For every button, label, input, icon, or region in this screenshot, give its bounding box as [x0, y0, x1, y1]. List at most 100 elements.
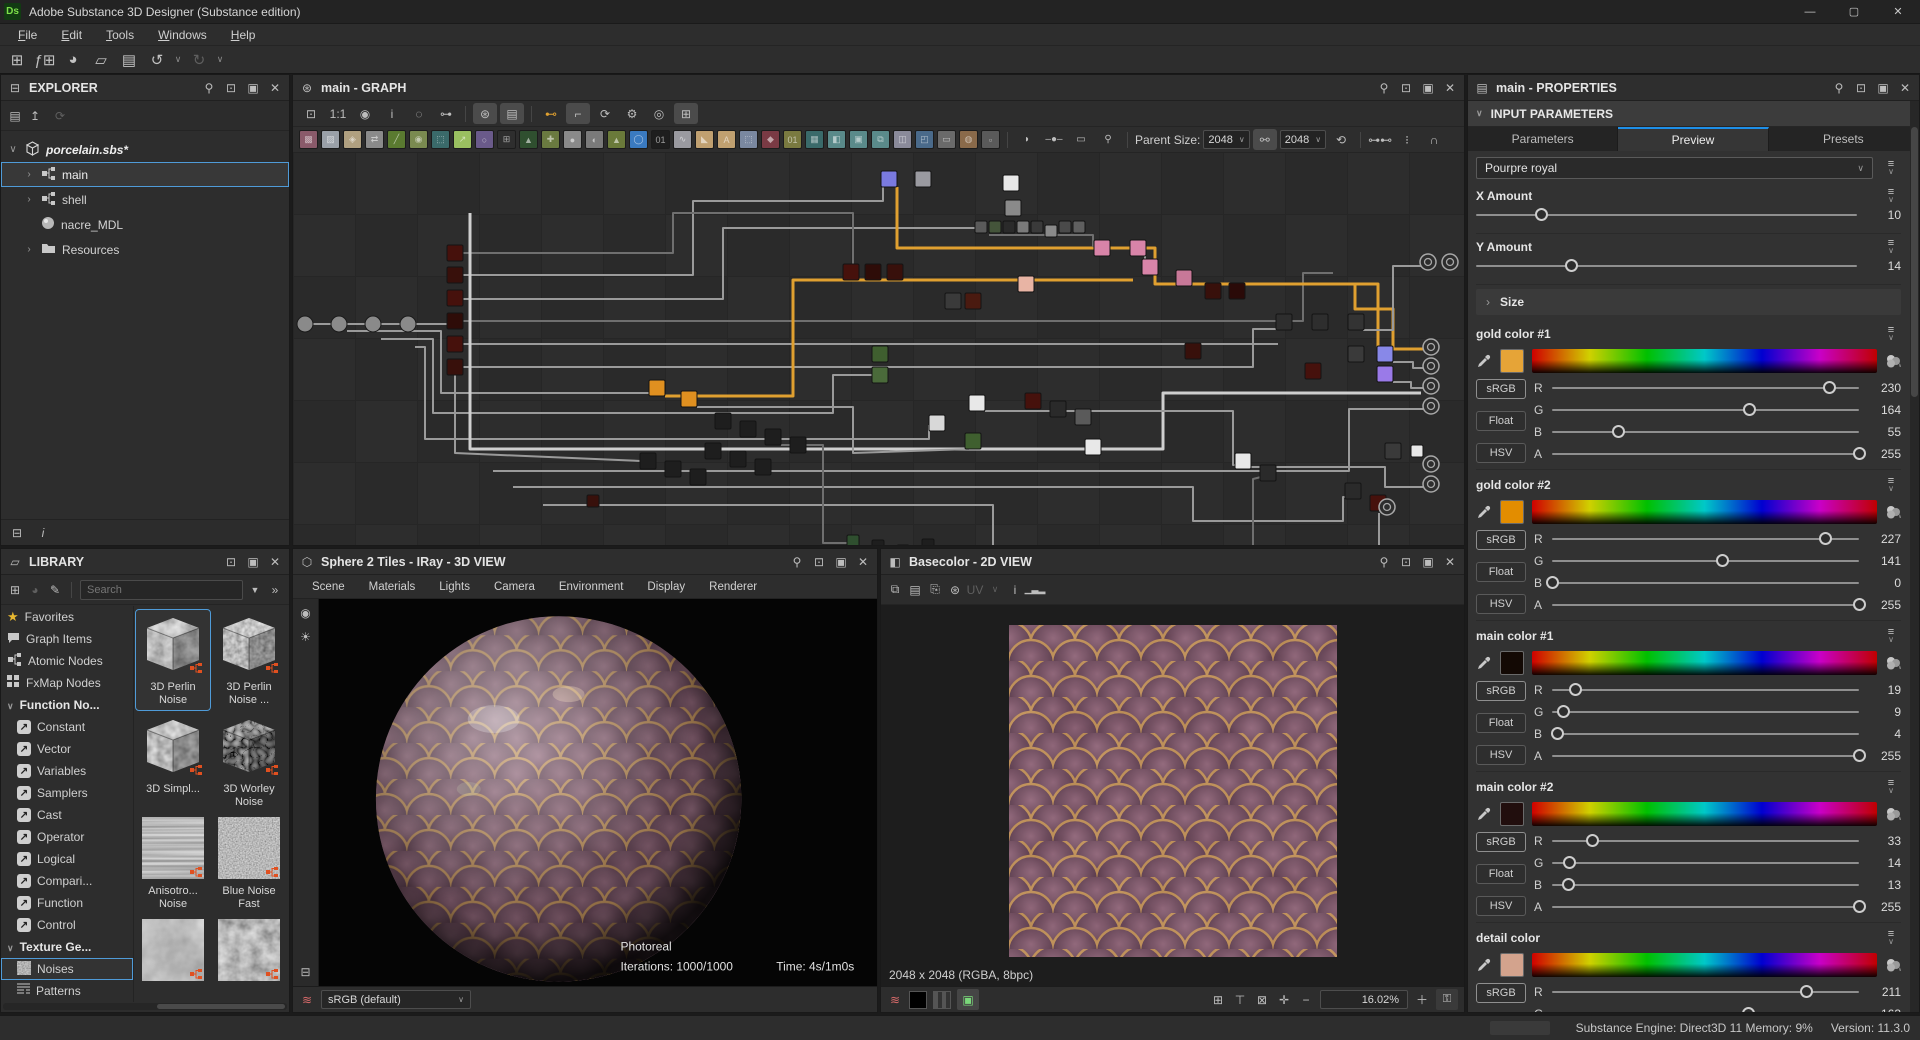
pin-icon[interactable]: ⚲ [789, 554, 805, 570]
node-type-icon-5[interactable]: ◉ [409, 130, 428, 149]
edit-icon[interactable]: ✎ [47, 582, 63, 598]
export-image-icon[interactable]: ⧉ [887, 582, 903, 598]
graph-node[interactable] [1305, 363, 1321, 379]
float-icon[interactable]: ⊡ [811, 554, 827, 570]
float-icon[interactable]: ⊡ [223, 554, 239, 570]
node-type-icon-2[interactable]: ◈ [343, 130, 362, 149]
graph-node[interactable] [1205, 283, 1221, 299]
graph-node[interactable] [1377, 346, 1393, 362]
channel-track[interactable] [1552, 560, 1859, 562]
tab-preview[interactable]: Preview [1618, 127, 1768, 151]
node-type-icon-9[interactable]: ⊞ [497, 130, 516, 149]
view3d-menu-camera[interactable]: Camera [483, 581, 546, 593]
export-icon[interactable]: ↥ [27, 108, 43, 124]
tree-chevron-icon[interactable]: ∨ [7, 144, 19, 155]
grid-snap-icon[interactable]: ⊞ [674, 103, 698, 124]
library-category-logical[interactable]: ↗Logical [1, 848, 133, 870]
graph-node[interactable] [1005, 200, 1021, 216]
info-icon[interactable]: i [1007, 582, 1023, 598]
mode-button-srgb[interactable]: sRGB [1476, 832, 1526, 852]
actual-size-icon[interactable]: 1:1 [326, 103, 350, 124]
channel-track[interactable] [1552, 538, 1859, 540]
eyedropper-icon[interactable] [1476, 957, 1492, 973]
new-function-graph-icon[interactable]: ƒ⊞ [32, 48, 58, 72]
library-item-anisotro----noise[interactable]: Anisotro... Noise [136, 814, 210, 914]
maximize-icon[interactable]: ▣ [1875, 80, 1891, 96]
zoom-input[interactable]: 16.02% [1320, 990, 1408, 1009]
explorer-item-nacre-mdl[interactable]: nacre_MDL [1, 212, 289, 237]
mode-button-srgb[interactable]: sRGB [1476, 379, 1526, 399]
pin-icon[interactable]: ⚲ [1831, 80, 1847, 96]
library-item-3d-perlin-noise[interactable]: 3D Perlin Noise [136, 610, 210, 710]
color-menu-icon[interactable]: ≡∨ [1881, 478, 1901, 492]
channel-track[interactable] [1552, 409, 1859, 411]
mode-button-float[interactable]: Float [1476, 864, 1526, 884]
node-type-icon-17[interactable]: ∿ [673, 130, 692, 149]
node-type-icon-28[interactable]: ◰ [915, 130, 934, 149]
graph-node[interactable] [1348, 314, 1364, 330]
library-category-constant[interactable]: ↗Constant [1, 716, 133, 738]
graph-node[interactable] [965, 433, 981, 449]
slider-handle[interactable] [1535, 208, 1548, 221]
library-category-samplers[interactable]: ↗Samplers [1, 782, 133, 804]
pin-icon[interactable]: ⚲ [1376, 554, 1392, 570]
new-folder-icon[interactable]: ⊞ [7, 582, 23, 598]
eyedropper-icon[interactable] [1476, 504, 1492, 520]
eyedropper-icon[interactable] [1476, 655, 1492, 671]
graph-wire[interactable] [1393, 382, 1423, 388]
tab-parameters[interactable]: Parameters [1468, 127, 1618, 151]
graph-node[interactable] [1130, 240, 1146, 256]
graph-node[interactable] [881, 171, 897, 187]
graph-node[interactable] [1094, 240, 1110, 256]
color-swatch[interactable] [1500, 953, 1524, 977]
graph-node[interactable] [945, 293, 961, 309]
parent-size-width-select[interactable]: 2048∨ [1203, 130, 1249, 149]
graph-node[interactable] [843, 264, 859, 280]
camera-icon[interactable]: ◉ [297, 605, 313, 621]
node-type-icon-20[interactable]: ⬚ [739, 130, 758, 149]
graph-node[interactable] [1003, 175, 1019, 191]
channel-handle[interactable] [1853, 447, 1866, 460]
scene-tree-icon[interactable]: ⊟ [297, 964, 313, 980]
view3d-menu-display[interactable]: Display [636, 581, 696, 593]
pin-icon[interactable]: ⚲ [201, 80, 217, 96]
tree-chevron-icon[interactable]: › [23, 194, 35, 205]
library-category-compari---[interactable]: ↗Compari... [1, 870, 133, 892]
tiling-icon[interactable] [933, 991, 951, 1009]
channel-track[interactable] [1552, 711, 1859, 713]
new-substance-graph-icon[interactable]: ⊞ [4, 48, 30, 72]
channel-handle[interactable] [1612, 425, 1625, 438]
zoom-icon[interactable]: ◌ [407, 103, 431, 124]
graph-node[interactable] [969, 395, 985, 411]
graph-wire[interactable] [985, 411, 1239, 465]
channel-track[interactable] [1552, 733, 1859, 735]
graph-node[interactable] [1073, 221, 1085, 233]
channel-track[interactable] [1552, 840, 1859, 842]
palette-icon[interactable]: ∨ [1885, 957, 1901, 973]
dot-link-icon[interactable]: –●– [1042, 129, 1066, 150]
view3d-menu-scene[interactable]: Scene [301, 581, 356, 593]
preset-menu-icon[interactable]: ≡∨ [1881, 161, 1901, 175]
node-type-icon-16[interactable]: 01 [651, 130, 670, 149]
comment-icon[interactable]: ◗ [1015, 129, 1039, 150]
link-size-icon[interactable]: ⚯ [1253, 129, 1277, 150]
channel-handle[interactable] [1557, 705, 1570, 718]
close-button[interactable]: ✕ [1876, 0, 1920, 23]
graph-wire[interactable] [347, 331, 649, 393]
graph-view-icon[interactable]: ⊛ [473, 103, 497, 124]
mode-button-float[interactable]: Float [1476, 562, 1526, 582]
reset-size-icon[interactable]: ⟲ [1329, 129, 1353, 150]
node-type-icon-10[interactable]: ▲ [519, 130, 538, 149]
grid-icon[interactable]: ⊞ [1210, 992, 1226, 1008]
node-type-icon-31[interactable]: ▫ [981, 130, 1000, 149]
graph-node[interactable] [1031, 221, 1043, 233]
node-type-icon-15[interactable]: ◯ [629, 130, 648, 149]
channel-handle[interactable] [1800, 985, 1813, 998]
graph-node[interactable] [872, 540, 884, 545]
palette-icon[interactable]: ∨ [1885, 504, 1901, 520]
graph-node[interactable] [755, 459, 771, 475]
graph-wire[interactable] [1393, 362, 1423, 368]
graph-node[interactable] [1085, 439, 1101, 455]
hierarchy-icon[interactable]: ⊟ [9, 525, 25, 541]
graph-input-node[interactable] [365, 316, 381, 332]
